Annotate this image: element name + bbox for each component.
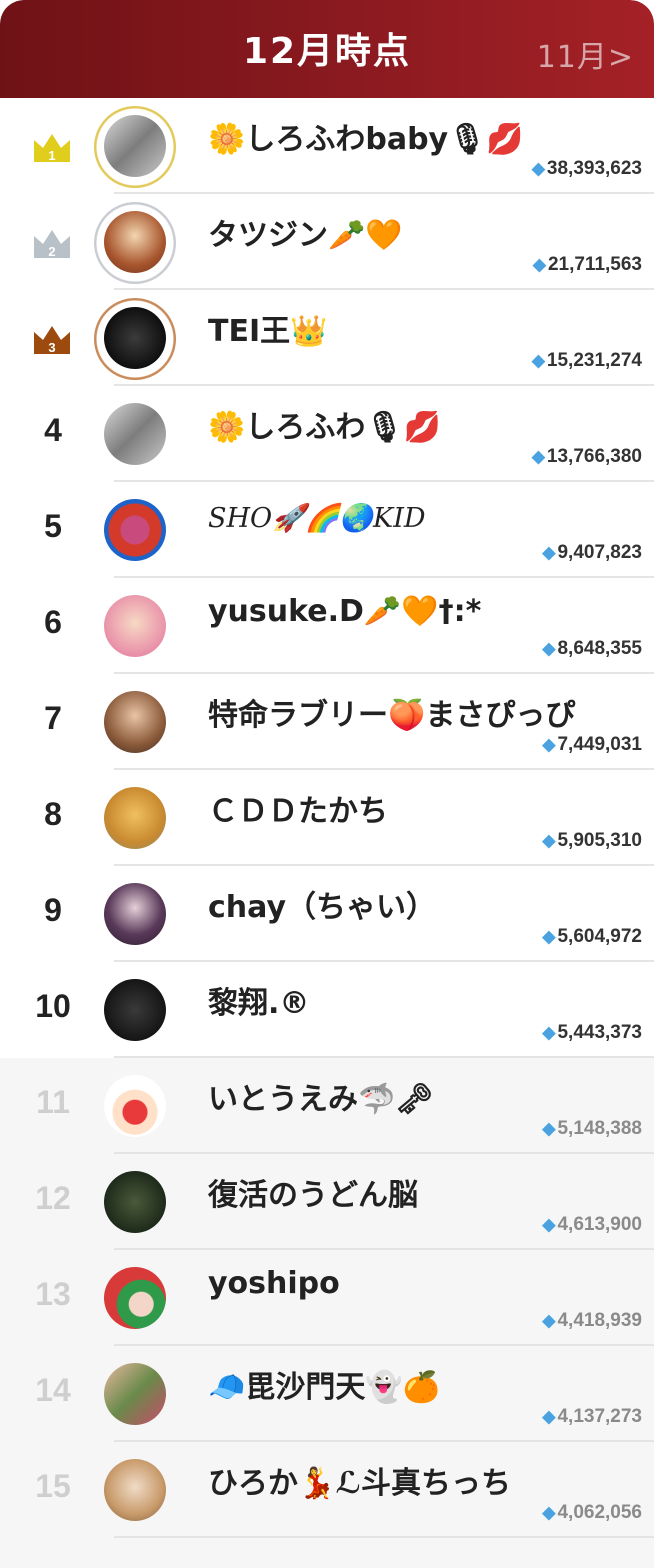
gold-crown-icon: 1 [32, 130, 72, 164]
diamond-icon: ◆ [542, 639, 556, 658]
score: ◆ 5,148,388 [542, 1118, 642, 1139]
diamond-icon: ◆ [532, 255, 546, 274]
rank-number: 8 [44, 796, 62, 832]
rank-number: 15 [35, 1468, 71, 1504]
user-name: いとうえみ🦈🗝 [208, 1082, 434, 1117]
avatar [104, 979, 166, 1041]
score: ◆ 8,648,355 [542, 638, 642, 659]
diamond-icon: ◆ [542, 543, 556, 562]
avatar [104, 1459, 166, 1521]
svg-text:3: 3 [48, 340, 55, 355]
user-name: chay（ちゃい） [208, 890, 437, 925]
ranking-card: 12月時点 11月> 1 🌼しろふわbaby🎙💋 ◆ 38,393,623 2 タ… [0, 0, 654, 1568]
diamond-icon: ◆ [531, 351, 545, 370]
score: ◆ 38,393,623 [531, 158, 642, 179]
score: ◆ 21,711,563 [532, 254, 642, 275]
ranking-row[interactable]: 14 🧢毘沙門天👻🍊 ◆ 4,137,273 [0, 1346, 654, 1442]
ranking-row[interactable]: 7 特命ラブリー🍑まさぴっぴ ◆ 7,449,031 [0, 674, 654, 770]
score: ◆ 9,407,823 [542, 542, 642, 563]
rank-number: 4 [44, 412, 62, 448]
diamond-icon: ◆ [542, 1023, 556, 1042]
user-name: 🌼しろふわbaby🎙💋 [208, 122, 524, 157]
score: ◆ 4,613,900 [542, 1214, 642, 1235]
ranking-row[interactable]: 5 SHO🚀🌈🌏KID ◆ 9,407,823 [0, 482, 654, 578]
user-name: SHO🚀🌈🌏KID [208, 503, 426, 534]
score: ◆ 13,766,380 [531, 446, 642, 467]
diamond-icon: ◆ [542, 1215, 556, 1234]
avatar [104, 691, 166, 753]
ranking-row[interactable]: 13 yoshipo ◆ 4,418,939 [0, 1250, 654, 1346]
previous-month-link[interactable]: 11月> [537, 32, 634, 76]
score: ◆ 7,449,031 [542, 734, 642, 755]
user-name: yoshipo [208, 1266, 340, 1301]
silver-crown-icon: 2 [32, 226, 72, 260]
user-name: タツジン🥕🧡 [208, 218, 403, 253]
ranking-row[interactable]: 11 いとうえみ🦈🗝 ◆ 5,148,388 [0, 1058, 654, 1154]
ranking-row[interactable]: 8 ＣＤＤたかち ◆ 5,905,310 [0, 770, 654, 866]
user-name: 🌼しろふわ🎙💋 [208, 410, 441, 445]
rank-number: 12 [35, 1180, 71, 1216]
diamond-icon: ◆ [542, 735, 556, 754]
bronze-crown-icon: 3 [32, 322, 72, 356]
user-name: TEI王👑 [208, 314, 328, 349]
avatar [104, 1267, 166, 1329]
svg-text:2: 2 [48, 244, 55, 259]
user-name: ひろか💃ℒ斗真ちっち [208, 1466, 512, 1501]
avatar [104, 307, 166, 369]
user-name: ＣＤＤたかち [208, 794, 388, 829]
avatar [104, 787, 166, 849]
ranking-row[interactable]: 6 yusuke.D🥕🧡†:* ◆ 8,648,355 [0, 578, 654, 674]
ranking-row[interactable]: 4 🌼しろふわ🎙💋 ◆ 13,766,380 [0, 386, 654, 482]
diamond-icon: ◆ [531, 447, 545, 466]
avatar [104, 211, 166, 273]
rank-number: 11 [36, 1084, 70, 1120]
avatar [104, 499, 166, 561]
rank-number: 7 [44, 700, 62, 736]
diamond-icon: ◆ [542, 831, 556, 850]
user-name: yusuke.D🥕🧡†:* [208, 594, 482, 629]
score: ◆ 4,137,273 [542, 1406, 642, 1427]
ranking-list: 1 🌼しろふわbaby🎙💋 ◆ 38,393,623 2 タツジン🥕🧡 ◆ 21,7… [0, 98, 654, 1538]
user-name: 復活のうどん脳 [208, 1178, 418, 1213]
ranking-row[interactable]: 10 黎翔.® ◆ 5,443,373 [0, 962, 654, 1058]
avatar [104, 403, 166, 465]
ranking-row[interactable]: 1 🌼しろふわbaby🎙💋 ◆ 38,393,623 [0, 98, 654, 194]
diamond-icon: ◆ [542, 1503, 556, 1522]
score: ◆ 5,905,310 [542, 830, 642, 851]
svg-text:1: 1 [48, 148, 55, 163]
rank-number: 13 [35, 1276, 71, 1312]
diamond-icon: ◆ [542, 1119, 556, 1138]
avatar [104, 595, 166, 657]
ranking-row[interactable]: 2 タツジン🥕🧡 ◆ 21,711,563 [0, 194, 654, 290]
row-divider [114, 1536, 654, 1538]
rank-number: 10 [35, 988, 71, 1024]
rank-number: 6 [44, 604, 62, 640]
avatar [104, 883, 166, 945]
score: ◆ 4,062,056 [542, 1502, 642, 1523]
avatar [104, 1075, 166, 1137]
avatar [104, 115, 166, 177]
user-name: 黎翔.® [208, 986, 310, 1021]
diamond-icon: ◆ [542, 1407, 556, 1426]
ranking-row[interactable]: 3 TEI王👑 ◆ 15,231,274 [0, 290, 654, 386]
diamond-icon: ◆ [531, 159, 545, 178]
ranking-row[interactable]: 12 復活のうどん脳 ◆ 4,613,900 [0, 1154, 654, 1250]
avatar [104, 1363, 166, 1425]
user-name: 特命ラブリー🍑まさぴっぴ [208, 698, 576, 733]
ranking-row[interactable]: 9 chay（ちゃい） ◆ 5,604,972 [0, 866, 654, 962]
user-name: 🧢毘沙門天👻🍊 [208, 1370, 441, 1405]
score: ◆ 4,418,939 [542, 1310, 642, 1331]
avatar [104, 1171, 166, 1233]
score: ◆ 5,443,373 [542, 1022, 642, 1043]
score: ◆ 15,231,274 [531, 350, 642, 371]
rank-number: 14 [35, 1372, 71, 1408]
ranking-header: 12月時点 11月> [0, 0, 654, 98]
ranking-row[interactable]: 15 ひろか💃ℒ斗真ちっち ◆ 4,062,056 [0, 1442, 654, 1538]
score: ◆ 5,604,972 [542, 926, 642, 947]
diamond-icon: ◆ [542, 1311, 556, 1330]
rank-number: 5 [44, 508, 62, 544]
rank-number: 9 [44, 892, 62, 928]
diamond-icon: ◆ [542, 927, 556, 946]
